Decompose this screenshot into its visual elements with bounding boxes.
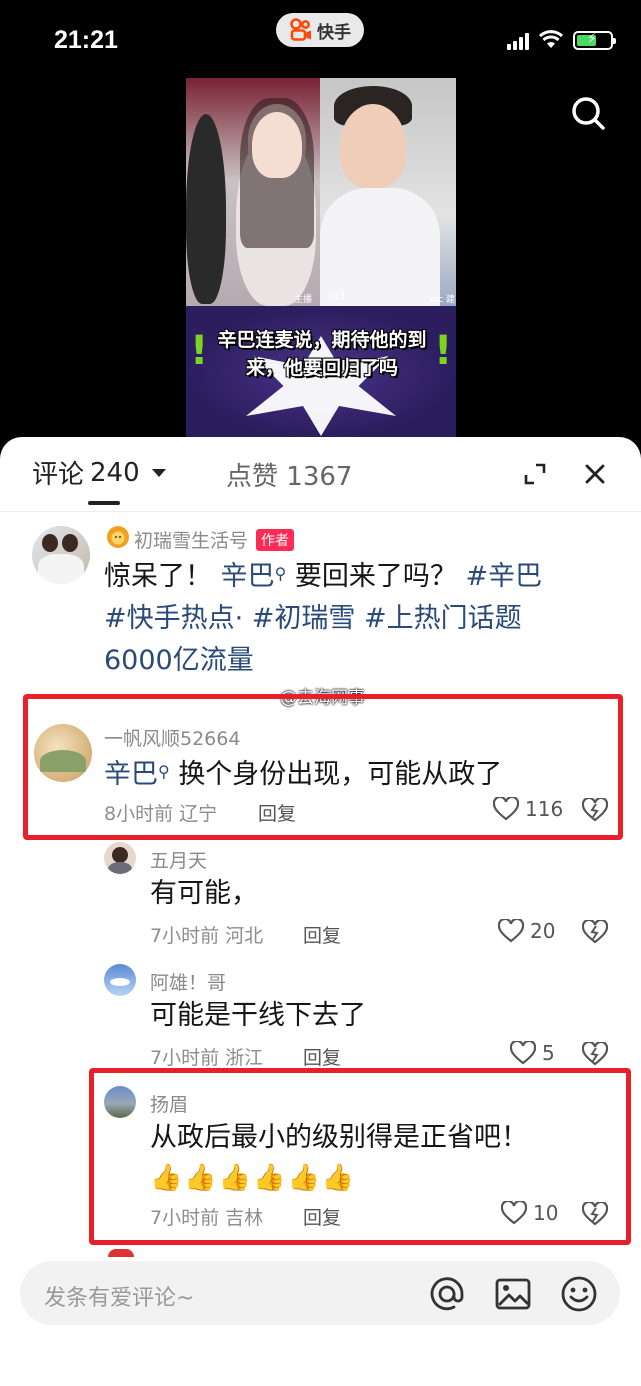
wifi-icon <box>538 30 564 48</box>
at-mention-icon[interactable] <box>428 1275 466 1313</box>
post-text: 惊呆了！ 辛巴⚲ 要回来了吗？ #辛巴 #快手热点· #初瑞雪 #上热门话题 6… <box>104 553 614 682</box>
like-count: 5 <box>542 1041 555 1065</box>
tab-underline <box>88 501 120 505</box>
battery-icon: ⚡ <box>573 31 616 50</box>
comment-input-placeholder: 发条有爱评论~ <box>44 1286 195 1311</box>
status-icons: ⚡ <box>507 30 616 50</box>
comment-input[interactable]: 发条有爱评论~ <box>20 1261 620 1325</box>
comment-text: 有可能， <box>150 878 258 909</box>
viewer-count: 115 <box>328 292 346 302</box>
comment-text: 可能是干线下去了 <box>150 1000 366 1031</box>
hashtag-line[interactable]: #快手热点· #初瑞雪 #上热门话题 <box>104 598 614 640</box>
reply-button[interactable]: 回复 <box>303 1203 341 1230</box>
comment-meta: 7小时前 河北 <box>150 925 264 947</box>
right-tag: nic 建 <box>430 295 456 305</box>
comment-text: 辛巴⚲ 换个身份出现，可能从政了 <box>104 759 503 790</box>
expand-icon[interactable] <box>522 461 548 487</box>
like-button[interactable]: 20 <box>498 919 555 943</box>
avatar[interactable] <box>104 1086 136 1118</box>
reply-button[interactable]: 回复 <box>303 1043 341 1070</box>
app-badge[interactable]: 快手 <box>276 13 364 47</box>
comment-user[interactable]: 一帆风顺52664 <box>104 724 240 751</box>
reply-button[interactable]: 回复 <box>258 799 296 826</box>
mention-link[interactable]: 辛巴⚲ <box>221 561 287 592</box>
next-avatar-partial <box>108 1249 134 1257</box>
video-thumbnail[interactable]: 主播 115 nic 建 ! ! 辛巴连麦说，期待他的到 来，他要回归了吗 <box>186 78 456 438</box>
dislike-icon[interactable] <box>582 920 608 944</box>
close-icon[interactable] <box>582 461 608 487</box>
like-button[interactable]: 116 <box>493 797 563 821</box>
comment-sheet: 评论 240 点赞 1367 初瑞雪生活号 作者 惊呆了！ 辛巴⚲ 要回来了吗？… <box>0 437 641 1386</box>
status-time: 21:21 <box>54 26 118 54</box>
comment-text: 从政后最小的级别得是正省吧！ <box>150 1122 528 1153</box>
video-caption: 辛巴连麦说，期待他的到 来，他要回归了吗 <box>217 329 427 379</box>
heart-icon <box>493 797 519 821</box>
heart-icon <box>501 1201 527 1225</box>
caret-down-icon <box>151 468 166 477</box>
kuaishou-logo-icon <box>290 18 311 41</box>
like-count: 116 <box>525 797 564 821</box>
tab-comments[interactable]: 评论 240 <box>32 454 166 491</box>
emoji-icon[interactable] <box>560 1275 598 1313</box>
video-caption-area: ! ! 辛巴连麦说，期待他的到 来，他要回归了吗 <box>186 306 456 438</box>
heart-icon <box>510 1041 536 1065</box>
like-count: 20 <box>530 919 556 943</box>
video-area: 21:21 快手 ⚡ 主播 115 nic 建 ! ! 辛巴连麦说，期待他的到 … <box>0 0 641 470</box>
search-icon[interactable] <box>570 95 606 131</box>
heart-icon <box>498 919 524 943</box>
dislike-icon[interactable] <box>582 1042 608 1066</box>
comment-user[interactable]: 五月天 <box>150 846 207 873</box>
comment-tabs: 评论 240 点赞 1367 <box>0 437 641 511</box>
emoji-line: 👍👍👍👍👍👍 <box>150 1163 357 1193</box>
lion-badge-icon <box>107 526 129 548</box>
comment-user[interactable]: 扬眉 <box>150 1090 188 1117</box>
comment-meta: 8小时前 辽宁 <box>104 803 218 825</box>
hashtag-line[interactable]: 6000亿流量 <box>104 640 614 682</box>
mention-link[interactable]: 辛巴⚲ <box>104 759 170 790</box>
video-left-scene <box>186 78 320 306</box>
like-button[interactable]: 10 <box>501 1201 558 1225</box>
tab-likes[interactable]: 点赞 1367 <box>226 456 352 493</box>
divider <box>0 511 641 512</box>
host-tag: 主播 <box>294 295 313 305</box>
reply-button[interactable]: 回复 <box>303 921 341 948</box>
avatar[interactable] <box>32 526 90 584</box>
post-author[interactable]: 初瑞雪生活号 作者 <box>134 526 295 553</box>
comment-meta: 7小时前 吉林 <box>150 1207 264 1229</box>
comment-user[interactable]: 阿雄！哥 <box>150 968 226 995</box>
dislike-icon[interactable] <box>582 798 608 822</box>
video-right-scene <box>320 78 456 306</box>
like-count: 10 <box>533 1201 559 1225</box>
signal-icon <box>507 32 529 50</box>
avatar[interactable] <box>104 964 136 996</box>
avatar[interactable] <box>34 724 92 782</box>
like-button[interactable]: 5 <box>510 1041 555 1065</box>
hashtag-link[interactable]: #辛巴 <box>466 561 543 592</box>
avatar[interactable] <box>104 842 136 874</box>
comment-meta: 7小时前 浙江 <box>150 1047 264 1069</box>
dislike-icon[interactable] <box>582 1202 608 1226</box>
image-icon[interactable] <box>494 1275 532 1313</box>
author-tag: 作者 <box>256 529 295 551</box>
app-name: 快手 <box>317 22 351 43</box>
